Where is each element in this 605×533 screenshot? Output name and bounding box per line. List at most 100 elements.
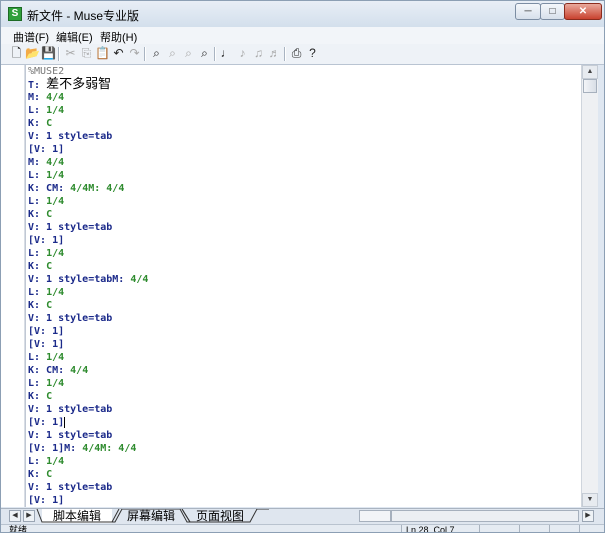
script-line: V: 1 style=tab bbox=[28, 429, 148, 442]
script-line: L: 1/4 bbox=[28, 247, 148, 260]
script-key: L: bbox=[28, 105, 47, 116]
status-message: 就绪 bbox=[9, 525, 28, 533]
script-value: 1/4 bbox=[46, 170, 65, 181]
scroll-down-icon[interactable]: ▼ bbox=[582, 493, 598, 507]
script-key: V: 1 style=tab bbox=[28, 313, 113, 324]
script-value: C bbox=[46, 300, 53, 311]
script-line: V: 1 style=tab bbox=[28, 312, 148, 325]
script-line: K: C bbox=[28, 299, 148, 312]
script-line: [V: 1] bbox=[28, 143, 148, 156]
vertical-scrollbar[interactable]: ▲ ▼ bbox=[581, 65, 598, 507]
script-key: [V: 1] bbox=[28, 495, 65, 506]
script-line: L: 1/4 bbox=[28, 169, 148, 182]
script-lines: %MUSE2 T: 差不多弱智 M: 4/4 L: 1/4 K: C V: 1 style… bbox=[28, 65, 148, 507]
script-value: C bbox=[46, 118, 53, 129]
help-icon[interactable]: ? bbox=[305, 46, 320, 61]
minimize-button[interactable]: ─ bbox=[515, 3, 541, 20]
note-a-icon[interactable]: ♩ bbox=[219, 46, 234, 61]
script-line: T: 差不多弱智 bbox=[28, 78, 148, 91]
script-comment: %MUSE2 bbox=[28, 66, 65, 77]
script-value: C bbox=[46, 209, 53, 220]
menu-score[interactable]: 曲谱(F) bbox=[13, 29, 49, 45]
script-key: K: bbox=[28, 391, 47, 402]
window-title: 新文件 - Muse专业版 bbox=[27, 9, 140, 23]
script-value: 4/4 bbox=[46, 157, 65, 168]
menu-help[interactable]: 帮助(H) bbox=[100, 29, 137, 45]
script-line: L: 1/4 bbox=[28, 195, 148, 208]
script-line: L: 1/4 bbox=[28, 104, 148, 117]
script-key: [V: 1]M: bbox=[28, 443, 83, 454]
scroll-thumb[interactable] bbox=[583, 79, 597, 93]
cut-icon[interactable]: ✂ bbox=[63, 46, 78, 61]
script-line: K: C bbox=[28, 117, 148, 130]
note-b-icon[interactable]: ♪ bbox=[235, 46, 250, 61]
script-value: 4/4 bbox=[130, 274, 149, 285]
maximize-button[interactable]: □ bbox=[540, 3, 565, 20]
redo-icon[interactable]: ↷ bbox=[127, 46, 142, 61]
script-line: K: CM: 4/4 bbox=[28, 364, 148, 377]
paste-icon[interactable]: 📋 bbox=[95, 46, 110, 61]
script-key: L: bbox=[28, 170, 47, 181]
toolbar-separator bbox=[58, 47, 60, 61]
copy-icon[interactable]: ⎘ bbox=[79, 46, 94, 61]
script-key: M: bbox=[28, 92, 47, 103]
script-title-value: 差不多弱智 bbox=[46, 77, 112, 92]
script-line: [V: 1] bbox=[28, 234, 148, 247]
horizontal-scrollbar[interactable] bbox=[391, 510, 579, 522]
script-line: K: C bbox=[28, 468, 148, 481]
new-icon[interactable]: 🗋 bbox=[9, 46, 24, 61]
find-prev-icon[interactable]: ⌕ bbox=[181, 46, 196, 61]
find-icon[interactable]: ⌕ bbox=[149, 46, 164, 61]
script-line: V: 1 style=tab bbox=[28, 130, 148, 143]
script-value: C bbox=[46, 469, 53, 480]
script-value: 4/4M: 4/4 bbox=[70, 183, 125, 194]
title-bar[interactable]: S 新文件 - Muse专业版 ─ □ ✕ bbox=[1, 1, 604, 27]
script-line: V: 1 style=tab bbox=[28, 403, 148, 416]
note-d-icon[interactable]: ♬ bbox=[267, 46, 282, 61]
script-key: K: bbox=[28, 209, 47, 220]
script-value: 4/4 bbox=[70, 365, 89, 376]
scroll-up-icon[interactable]: ▲ bbox=[582, 65, 598, 79]
script-line: [V: 1]M: 4/4M: 4/4 bbox=[28, 442, 148, 455]
script-value: 4/4 bbox=[46, 92, 65, 103]
script-key: V: 1 style=tab bbox=[28, 482, 113, 493]
undo-icon[interactable]: ↶ bbox=[111, 46, 126, 61]
toolbar-separator bbox=[284, 47, 286, 61]
find-next-icon[interactable]: ⌕ bbox=[165, 46, 180, 61]
toolbar-separator bbox=[144, 47, 146, 61]
menu-edit[interactable]: 编辑(E) bbox=[56, 29, 93, 45]
script-key: L: bbox=[28, 287, 47, 298]
script-value: 1/4 bbox=[46, 456, 65, 467]
script-line: [V: 1] bbox=[28, 494, 148, 507]
script-key: K: bbox=[28, 469, 47, 480]
script-key: [V: 1] bbox=[28, 417, 65, 428]
muse-app-icon[interactable]: S bbox=[8, 7, 22, 21]
script-line: [V: 1] bbox=[28, 338, 148, 351]
script-line: V: 1 style=tab bbox=[28, 481, 148, 494]
script-key: V: 1 style=tabM: bbox=[28, 274, 131, 285]
menu-bar: 曲谱(F) 编辑(E) 帮助(H) bbox=[1, 27, 604, 45]
toolbar-separator bbox=[214, 47, 216, 61]
script-line: K: C bbox=[28, 208, 148, 221]
script-value: 4/4M: 4/4 bbox=[82, 443, 137, 454]
replace-icon[interactable]: ⌕ bbox=[197, 46, 212, 61]
script-key: V: 1 style=tab bbox=[28, 430, 113, 441]
script-line: M: 4/4 bbox=[28, 91, 148, 104]
script-key: [V: 1] bbox=[28, 326, 65, 337]
script-line: K: C bbox=[28, 390, 148, 403]
script-value: C bbox=[46, 391, 53, 402]
close-button[interactable]: ✕ bbox=[564, 3, 602, 20]
scroll-right-icon[interactable]: ▶ bbox=[582, 510, 594, 522]
note-c-icon[interactable]: ♫ bbox=[251, 46, 266, 61]
status-bar: 就绪 Ln 28, Col 7 bbox=[1, 524, 604, 533]
script-key: M: bbox=[28, 157, 47, 168]
script-editor[interactable]: %MUSE2 T: 差不多弱智 M: 4/4 L: 1/4 K: C V: 1 style… bbox=[25, 65, 582, 507]
save-icon[interactable]: 💾 bbox=[41, 46, 56, 61]
script-key: T: bbox=[28, 80, 47, 91]
script-key: L: bbox=[28, 456, 47, 467]
open-icon[interactable]: 📂 bbox=[25, 46, 40, 61]
print-icon[interactable]: ⎙ bbox=[289, 46, 304, 61]
horizontal-scroll-left[interactable] bbox=[359, 510, 391, 522]
script-key: L: bbox=[28, 378, 47, 389]
script-value: 1/4 bbox=[46, 287, 65, 298]
